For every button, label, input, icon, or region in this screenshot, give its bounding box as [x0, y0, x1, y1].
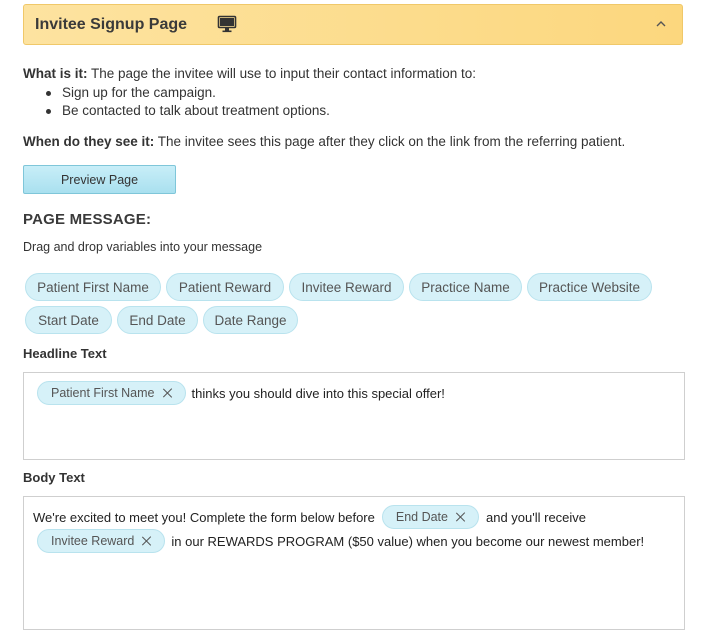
- section-title: Invitee Signup Page: [35, 15, 188, 33]
- token-label: End Date: [395, 510, 448, 524]
- variable-chip-practice-website[interactable]: Practice Website: [527, 273, 652, 301]
- variable-chip-start-date[interactable]: Start Date: [25, 306, 112, 334]
- body-text-3: in our REWARDS PROGRAM ($50 value) when …: [171, 533, 645, 549]
- headline-text-input[interactable]: Patient First Name thinks you should div…: [23, 372, 685, 460]
- variable-chip-patient-first-name[interactable]: Patient First Name: [25, 273, 161, 301]
- headline-static-text: thinks you should dive into this special…: [191, 385, 445, 401]
- token-label: Invitee Reward: [51, 534, 135, 548]
- when-see-label: When do they see it:: [23, 134, 155, 149]
- headline-label: Headline Text: [23, 346, 107, 361]
- chevron-up-icon[interactable]: [654, 17, 668, 31]
- what-is-it-text: What is it: The page the invitee will us…: [23, 66, 476, 81]
- list-item: Sign up for the campaign.: [46, 84, 330, 102]
- variable-chip-patient-reward[interactable]: Patient Reward: [166, 273, 284, 301]
- list-item: Be contacted to talk about treatment opt…: [46, 102, 330, 120]
- variable-chip-end-date[interactable]: End Date: [117, 306, 198, 334]
- headline-line: Patient First Name thinks you should div…: [37, 381, 445, 405]
- body-line-1: We're excited to meet you! Complete the …: [33, 505, 586, 529]
- body-text-1: We're excited to meet you! Complete the …: [33, 509, 375, 525]
- headline-token-patient-first-name[interactable]: Patient First Name: [37, 381, 186, 405]
- token-label: Patient First Name: [51, 386, 155, 400]
- body-text-2: and you'll receive: [485, 509, 587, 525]
- page-message-title: PAGE MESSAGE:: [23, 211, 152, 228]
- close-icon[interactable]: [163, 388, 173, 398]
- what-is-it-description: The page the invitee will use to input t…: [91, 66, 476, 81]
- variable-chip-date-range[interactable]: Date Range: [203, 306, 298, 334]
- monitor-icon: [217, 15, 237, 33]
- when-see-text: When do they see it: The invitee sees th…: [23, 134, 625, 149]
- body-text-input[interactable]: We're excited to meet you! Complete the …: [23, 496, 685, 630]
- variable-chip-practice-name[interactable]: Practice Name: [409, 273, 522, 301]
- body-line-2: Invitee Reward in our REWARDS PROGRAM ($…: [37, 529, 644, 553]
- body-token-invitee-reward[interactable]: Invitee Reward: [37, 529, 166, 553]
- variable-chip-invitee-reward[interactable]: Invitee Reward: [289, 273, 404, 301]
- drag-drop-instructions: Drag and drop variables into your messag…: [23, 240, 263, 254]
- body-label: Body Text: [23, 470, 85, 485]
- what-is-it-label: What is it:: [23, 66, 88, 81]
- preview-page-button[interactable]: Preview Page: [23, 165, 176, 194]
- what-is-it-list: Sign up for the campaign. Be contacted t…: [46, 84, 330, 120]
- close-icon[interactable]: [142, 536, 152, 546]
- body-token-end-date[interactable]: End Date: [381, 505, 479, 529]
- close-icon[interactable]: [456, 512, 466, 522]
- when-see-description: The invitee sees this page after they cl…: [157, 134, 626, 149]
- section-header[interactable]: Invitee Signup Page: [23, 4, 683, 45]
